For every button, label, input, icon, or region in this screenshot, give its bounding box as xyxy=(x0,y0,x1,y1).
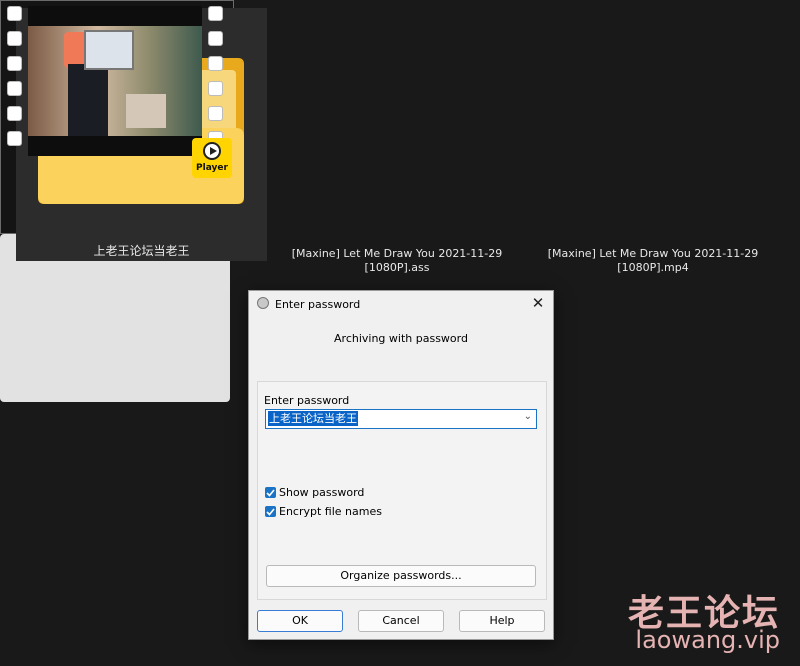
dialog-title: Enter password xyxy=(275,298,361,311)
play-icon xyxy=(203,142,221,160)
player-badge: Player xyxy=(192,138,232,178)
password-label: Enter password xyxy=(264,394,350,407)
folder-name: 上老王论坛当老王 xyxy=(93,244,190,258)
file-name-line1: [Maxine] Let Me Draw You 2021-11-29 xyxy=(547,247,759,260)
dialog-subtitle: Archiving with password xyxy=(334,332,468,345)
badge-label: Player xyxy=(196,163,228,173)
video-frame-image xyxy=(28,6,202,156)
watermark-url: laowang.vip xyxy=(635,626,780,654)
checkmark-icon xyxy=(266,489,275,497)
checkmark-icon xyxy=(266,508,275,516)
cancel-button[interactable]: Cancel xyxy=(358,610,444,632)
password-input[interactable]: 上老王论坛当老王 xyxy=(268,411,358,426)
file-name-line2: [1080P].mp4 xyxy=(617,261,689,274)
password-combo[interactable]: 上老王论坛当老王 ⌄ xyxy=(265,409,537,429)
dialog-titlebar: Enter password ✕ xyxy=(249,291,553,317)
help-button[interactable]: Help xyxy=(459,610,545,632)
close-icon[interactable]: ✕ xyxy=(529,294,547,312)
ok-button[interactable]: OK xyxy=(257,610,343,632)
chevron-down-icon[interactable]: ⌄ xyxy=(524,411,532,422)
encrypt-names-checkbox[interactable] xyxy=(265,506,276,517)
password-panel: Enter password 上老王论坛当老王 ⌄ Show password … xyxy=(257,381,547,600)
show-password-label[interactable]: Show password xyxy=(279,486,364,499)
password-dialog: Enter password ✕ Archiving with password… xyxy=(248,290,554,640)
app-icon xyxy=(257,297,269,309)
encrypt-names-label[interactable]: Encrypt file names xyxy=(279,505,382,518)
organize-passwords-button[interactable]: Organize passwords... xyxy=(266,565,536,587)
file-name-line2: [1080P].ass xyxy=(364,261,430,274)
file-name-line1: [Maxine] Let Me Draw You 2021-11-29 xyxy=(291,247,503,260)
show-password-checkbox[interactable] xyxy=(265,487,276,498)
